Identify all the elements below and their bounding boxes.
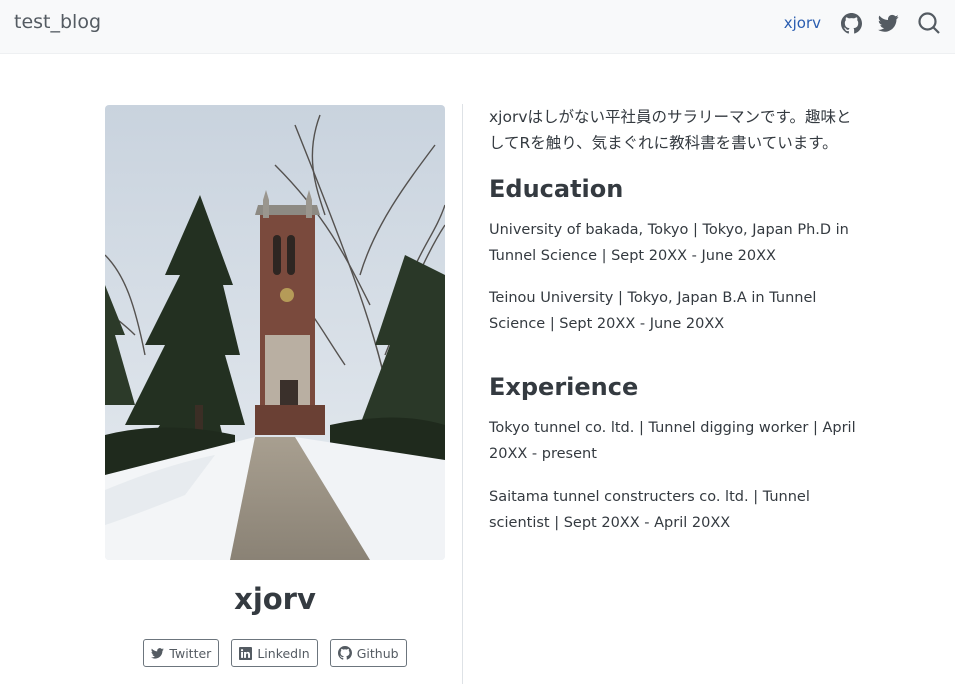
linkedin-link-label: LinkedIn	[257, 645, 310, 661]
linkedin-link-button[interactable]: LinkedIn	[231, 639, 318, 667]
profile-links: Twitter LinkedIn Github	[105, 639, 445, 667]
twitter-icon	[151, 647, 165, 659]
experience-entry: Tokyo tunnel co. ltd. | Tunnel digging w…	[489, 420, 856, 462]
profile-name: xjorv	[234, 582, 316, 616]
site-brand-link[interactable]: test_blog	[14, 11, 101, 33]
education-entry: Teinou University | Tokyo, Japan B.A in …	[489, 290, 817, 332]
github-icon	[337, 646, 352, 660]
education-entry: University of bakada, Tokyo | Tokyo, Jap…	[489, 222, 849, 264]
experience-heading: Experience	[489, 373, 639, 401]
twitter-icon[interactable]	[876, 11, 900, 35]
experience-entry: Saitama tunnel constructers co. ltd. | T…	[489, 489, 810, 531]
nav-user-link[interactable]: xjorv	[784, 14, 821, 32]
github-link-button[interactable]: Github	[329, 639, 407, 667]
github-link-label: Github	[356, 645, 399, 661]
intro-text: xjorvはしがない平社員のサラリーマンです。趣味としてRを触り、気まぐれに教科…	[489, 108, 852, 152]
profile-photo	[105, 105, 445, 560]
education-heading: Education	[489, 175, 624, 203]
twitter-link-label: Twitter	[169, 645, 212, 661]
github-icon[interactable]	[839, 11, 863, 35]
navbar: test_blog xjorv	[0, 0, 955, 54]
column-divider	[462, 104, 463, 684]
search-icon[interactable]	[917, 11, 941, 35]
twitter-link-button[interactable]: Twitter	[143, 639, 220, 667]
about-content: xjorvはしがない平社員のサラリーマンです。趣味としてRを触り、気まぐれに教科…	[489, 104, 861, 536]
navbar-right: xjorv	[784, 10, 941, 36]
linkedin-icon	[239, 646, 253, 660]
